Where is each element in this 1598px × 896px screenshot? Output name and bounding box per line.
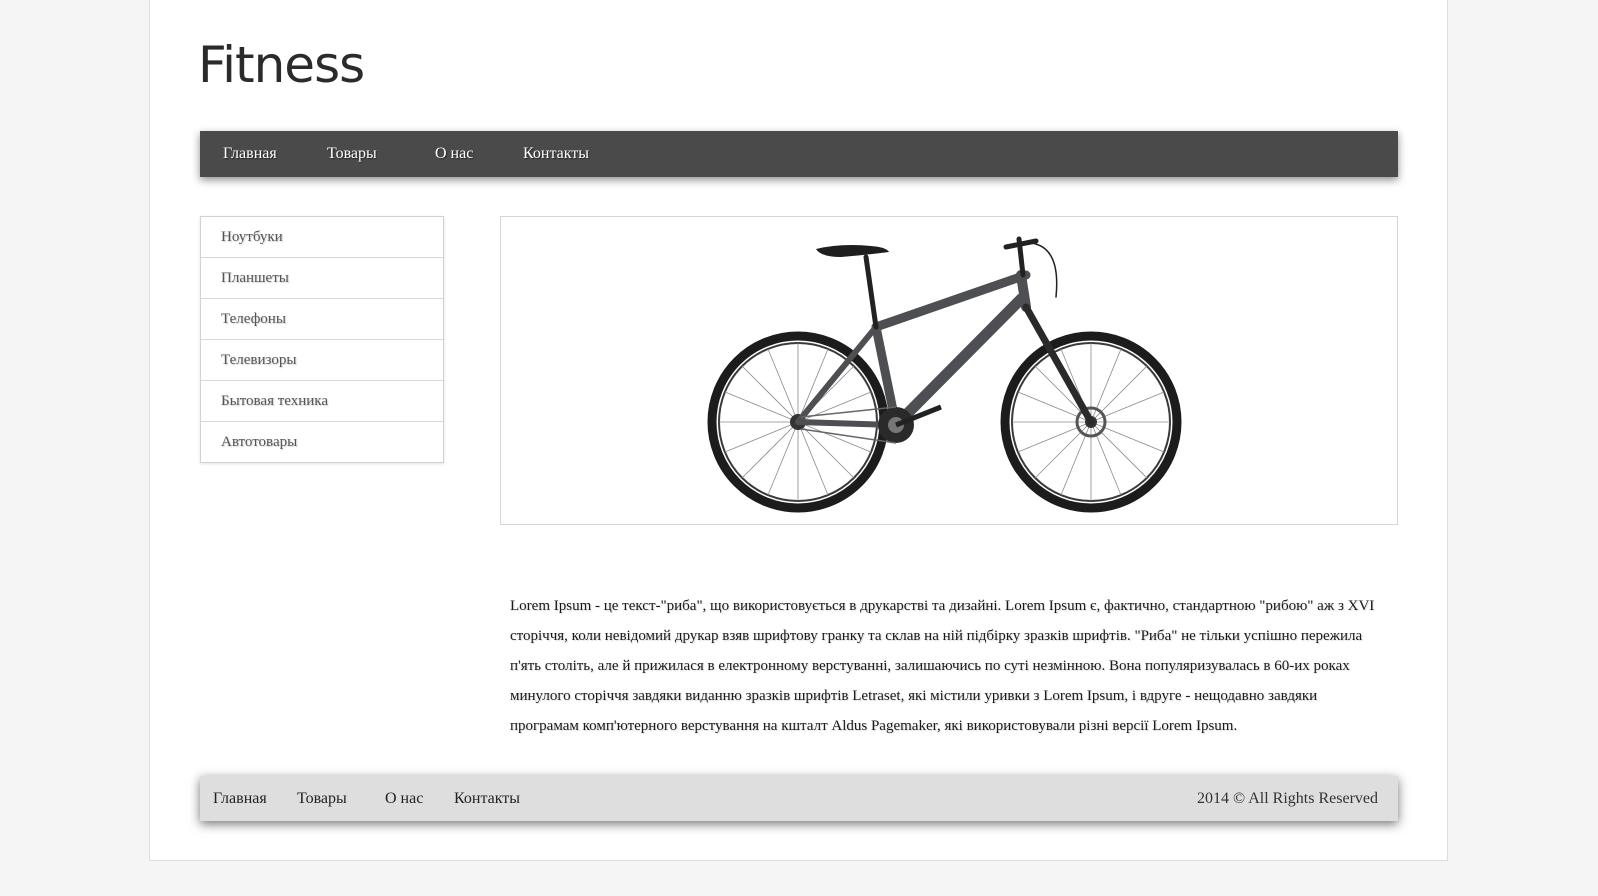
hero-image-frame (500, 216, 1398, 525)
category-sidebar: Ноутбуки Планшеты Телефоны Телевизоры Бы… (200, 216, 444, 463)
site-logo[interactable]: Fitness (198, 32, 365, 98)
footer-nav-products[interactable]: Товары (297, 776, 347, 821)
top-nav-products[interactable]: Товары (327, 131, 377, 177)
product-description: Lorem Ipsum - це текст-"риба", що викори… (510, 598, 1375, 734)
footer-nav-about[interactable]: О нас (385, 776, 423, 821)
mountain-bike-image (707, 236, 1182, 513)
sidebar-item-auto[interactable]: Автотовары (201, 422, 443, 462)
page-container: Fitness Главная Товары О нас Контакты Но… (149, 0, 1448, 861)
site-footer: Главная Товары О нас Контакты 2014 © All… (200, 776, 1398, 821)
top-nav-contacts[interactable]: Контакты (523, 131, 589, 177)
copyright-text: 2014 © All Rights Reserved (1196, 790, 1378, 807)
top-nav-about[interactable]: О нас (435, 131, 473, 177)
saddle (816, 245, 889, 257)
sidebar-item-tvs[interactable]: Телевизоры (201, 340, 443, 381)
sidebar-item-laptops[interactable]: Ноутбуки (201, 217, 443, 258)
sidebar-item-tablets[interactable]: Планшеты (201, 258, 443, 299)
sidebar-item-phones[interactable]: Телефоны (201, 299, 443, 340)
top-nav: Главная Товары О нас Контакты (200, 131, 1398, 177)
handlebar (1003, 236, 1058, 298)
top-nav-home[interactable]: Главная (223, 131, 277, 177)
sidebar-item-appliances[interactable]: Бытовая техника (201, 381, 443, 422)
bike-frame (795, 254, 1095, 431)
footer-nav-contacts[interactable]: Контакты (454, 776, 520, 821)
footer-nav-home[interactable]: Главная (213, 776, 267, 821)
